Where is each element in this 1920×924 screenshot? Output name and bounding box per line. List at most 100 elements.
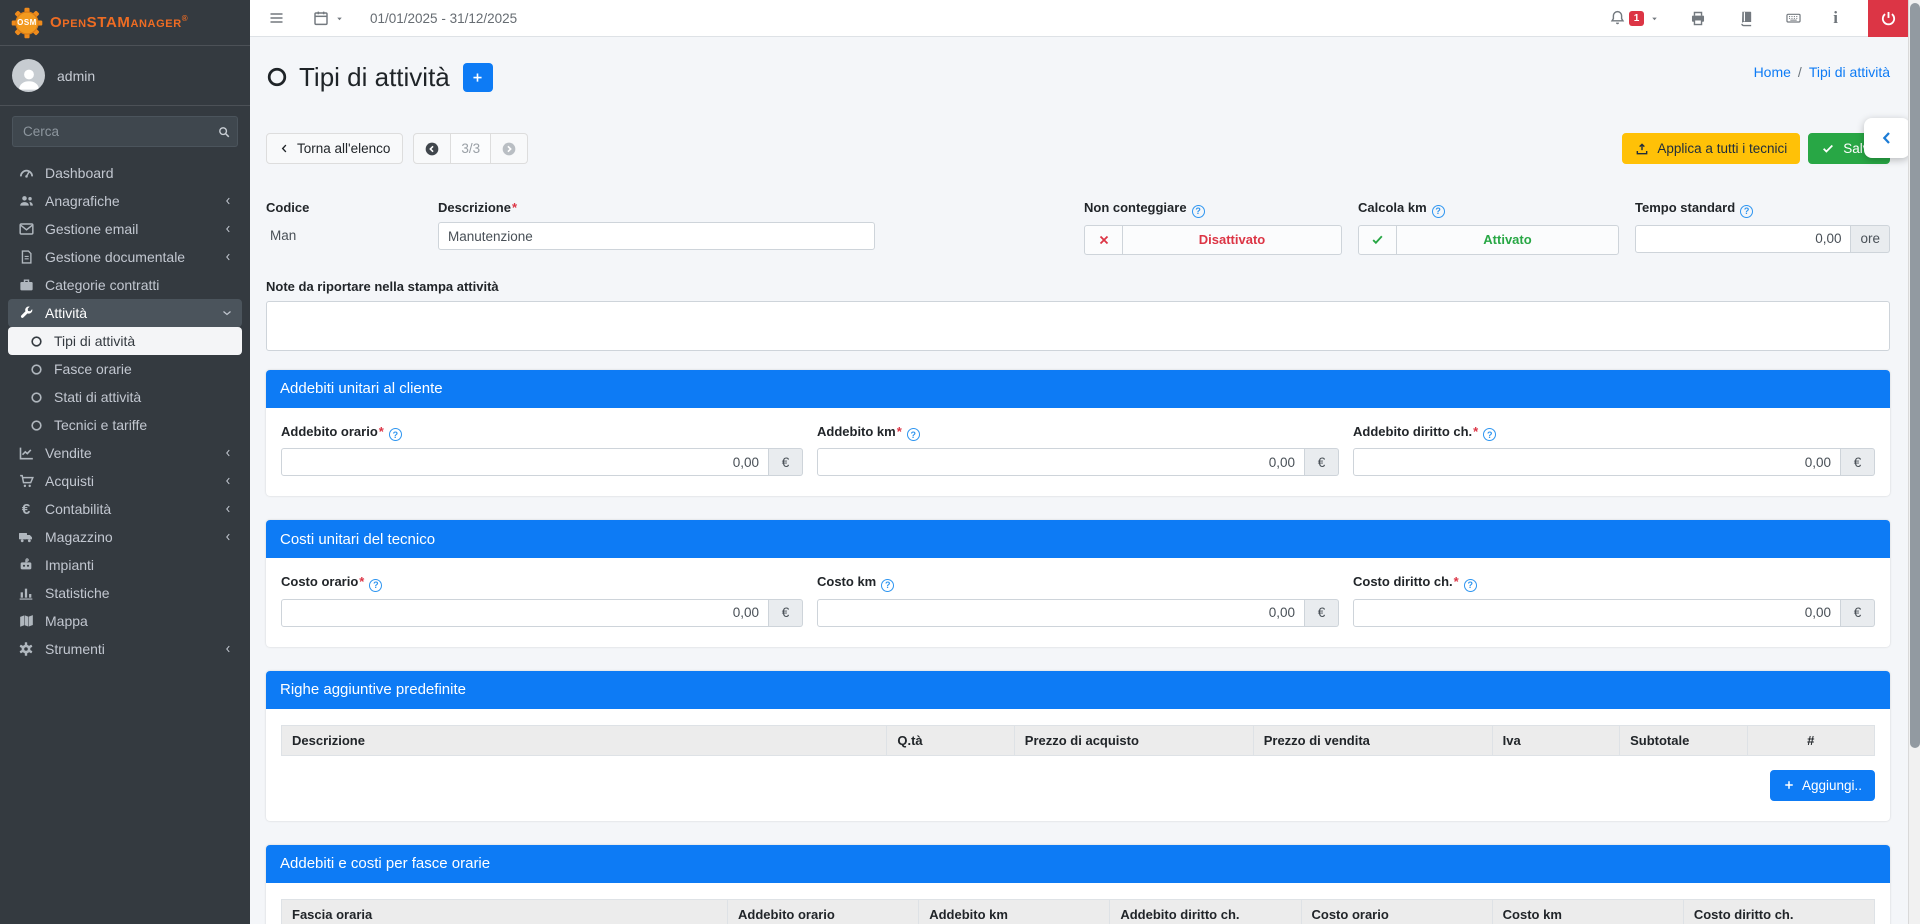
col-costo-orario: Costo orario: [1301, 899, 1492, 924]
sidebar-item-gestione-email[interactable]: Gestione email: [8, 215, 242, 243]
apply-all-technicians-button[interactable]: Applica a tutti i tecnici: [1622, 133, 1800, 164]
date-range[interactable]: 01/01/2025 - 31/12/2025: [370, 11, 517, 26]
sidebar-item-acquisti[interactable]: Acquisti: [8, 467, 242, 495]
user-name[interactable]: admin: [57, 68, 95, 84]
sidebar-item-gestione-documentale[interactable]: Gestione documentale: [8, 243, 242, 271]
costo-diritto-input[interactable]: [1353, 599, 1841, 627]
help-icon[interactable]: [1483, 428, 1496, 441]
col-addebito-orario: Addebito orario: [728, 899, 919, 924]
currency-addon: €: [1305, 448, 1339, 476]
section-title: Addebiti unitari al cliente: [266, 370, 1890, 408]
sidebar-item-magazzino[interactable]: Magazzino: [8, 523, 242, 551]
search-input[interactable]: [12, 116, 210, 147]
chevron-down-icon: [221, 307, 233, 319]
page-title: Tipi di attività: [299, 62, 450, 93]
note-textarea[interactable]: [266, 301, 1890, 351]
descrizione-input[interactable]: [438, 222, 875, 250]
pager-position: 3/3: [451, 133, 491, 164]
col-descrizione: Descrizione: [282, 725, 887, 755]
toggle-state: Disattivato: [1123, 226, 1341, 254]
help-icon[interactable]: [1740, 205, 1753, 218]
addebito-km-input[interactable]: [817, 448, 1305, 476]
bell-icon: [1609, 9, 1626, 27]
chevron-left-icon: [223, 251, 233, 263]
main-content: Tipi di attività Home/Tipi di attività T…: [250, 37, 1908, 924]
sidebar-item-categorie-contratti[interactable]: Categorie contratti: [8, 271, 242, 299]
sidebar-item-vendite[interactable]: Vendite: [8, 439, 242, 467]
prev-record-button[interactable]: [413, 133, 451, 164]
sidebar-item-tecnici-e-tariffe[interactable]: Tecnici e tariffe: [8, 411, 242, 439]
notification-badge: 1: [1629, 11, 1645, 26]
addebito-orario-input[interactable]: [281, 448, 769, 476]
tempo-standard-input[interactable]: [1635, 225, 1851, 253]
envelope-icon: [17, 221, 35, 237]
avatar[interactable]: [12, 59, 45, 92]
calendar-icon: [313, 10, 329, 26]
sidebar-item-attivita[interactable]: Attività: [8, 299, 242, 327]
brand[interactable]: OSM OpenSTAManager®: [0, 0, 250, 46]
circle-icon: [29, 335, 44, 348]
sidebar-item-fasce-orarie[interactable]: Fasce orarie: [8, 355, 242, 383]
briefcase-icon: [17, 277, 35, 293]
keyboard-icon[interactable]: [1784, 10, 1803, 26]
upload-icon: [1635, 142, 1657, 156]
help-icon[interactable]: [881, 579, 894, 592]
col-costo-diritto: Costo diritto ch.: [1683, 899, 1874, 924]
col-iva: Iva: [1492, 725, 1619, 755]
help-icon[interactable]: [907, 428, 920, 441]
help-icon[interactable]: [1192, 205, 1205, 218]
sidebar-item-mappa[interactable]: Mappa: [8, 607, 242, 635]
next-record-button[interactable]: [491, 133, 528, 164]
sidebar-item-strumenti[interactable]: Strumenti: [8, 635, 242, 663]
help-icon[interactable]: [369, 579, 382, 592]
costo-km-input[interactable]: [817, 599, 1305, 627]
registered-mark: ®: [182, 14, 189, 23]
info-icon[interactable]: i: [1833, 8, 1838, 28]
user-panel: admin: [0, 46, 250, 106]
sidebar-item-impianti[interactable]: Impianti: [8, 551, 242, 579]
chevron-left-icon: [279, 142, 297, 155]
sidebar-item-anagrafiche[interactable]: Anagrafiche: [8, 187, 242, 215]
truck-icon: [17, 529, 35, 545]
help-icon[interactable]: [389, 428, 402, 441]
search-icon: [217, 125, 231, 139]
costo-orario-input[interactable]: [281, 599, 769, 627]
non-conteggiare-toggle[interactable]: Disattivato: [1084, 225, 1342, 255]
tempo-standard-label: Tempo standard: [1635, 200, 1890, 218]
check-icon: [1821, 142, 1843, 155]
col-prezzo-acquisto: Prezzo di acquisto: [1014, 725, 1253, 755]
page-scrollbar[interactable]: [1908, 0, 1920, 924]
breadcrumb-current[interactable]: Tipi di attività: [1809, 64, 1890, 80]
note-label: Note da riportare nella stampa attività: [266, 279, 1890, 294]
logout-button[interactable]: [1868, 0, 1908, 37]
add-record-button[interactable]: [463, 63, 493, 92]
calendar-filter[interactable]: [313, 10, 344, 26]
col-fascia-oraria: Fascia oraria: [282, 899, 728, 924]
help-icon[interactable]: [1464, 579, 1477, 592]
calcola-km-toggle[interactable]: Attivato: [1358, 225, 1619, 255]
costo-orario-label: Costo orario*: [281, 574, 803, 592]
addebito-diritto-input[interactable]: [1353, 448, 1841, 476]
sidebar-item-dashboard[interactable]: Dashboard: [8, 159, 242, 187]
breadcrumb-home-link[interactable]: Home: [1754, 64, 1791, 80]
widgets-panel-toggle[interactable]: [1864, 118, 1910, 158]
docs-book-icon[interactable]: [1737, 10, 1754, 27]
chevron-left-icon: [223, 447, 233, 459]
back-to-list-button[interactable]: Torna all'elenco: [266, 133, 403, 164]
brand-gear-icon: OSM: [10, 6, 44, 40]
help-icon[interactable]: [1432, 205, 1445, 218]
brand-gear-label: OSM: [10, 18, 44, 27]
sidebar-item-stati-di-attivita[interactable]: Stati di attività: [8, 383, 242, 411]
sidebar-item-statistiche[interactable]: Statistiche: [8, 579, 242, 607]
notifications[interactable]: 1: [1609, 9, 1660, 27]
section-addebiti-cliente: Addebiti unitari al cliente Addebito ora…: [266, 370, 1890, 497]
search-button[interactable]: [210, 116, 238, 147]
sidebar-item-tipi-di-attivita[interactable]: Tipi di attività: [8, 327, 242, 355]
power-icon: [1880, 10, 1897, 27]
scrollbar-thumb[interactable]: [1910, 3, 1920, 748]
hamburger-icon[interactable]: [268, 10, 285, 26]
descrizione-label: Descrizione*: [438, 200, 875, 215]
print-icon[interactable]: [1689, 10, 1707, 27]
add-riga-button[interactable]: Aggiungi..: [1770, 770, 1875, 801]
sidebar-item-contabilita[interactable]: € Contabilità: [8, 495, 242, 523]
